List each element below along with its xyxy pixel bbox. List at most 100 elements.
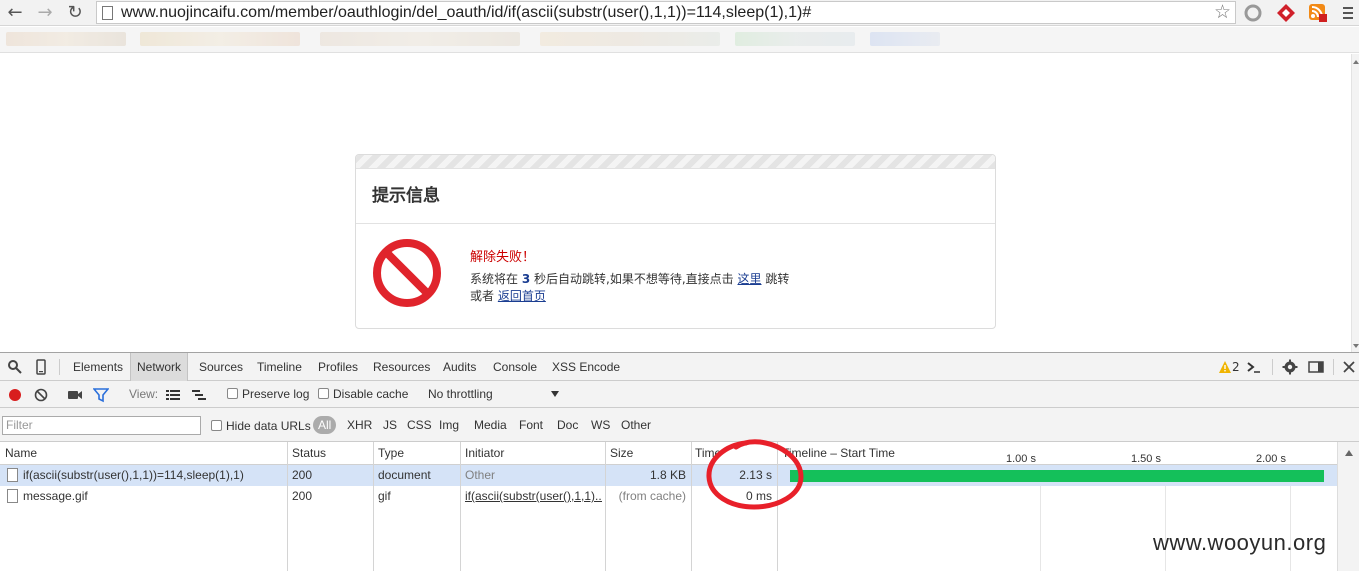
scroll-up-arrow-icon[interactable] (1353, 60, 1359, 64)
tab-network[interactable]: Network (130, 353, 189, 381)
request-status: 200 (292, 468, 313, 482)
image-file-icon (7, 489, 18, 503)
record-icon[interactable] (7, 387, 23, 403)
filter-type-js[interactable]: JS (379, 416, 401, 434)
url-text[interactable]: www.nuojincaifu.com/member/oauthlogin/de… (121, 2, 811, 24)
request-initiator: Other (465, 468, 496, 482)
request-time: 0 ms (745, 489, 772, 503)
settings-gear-icon[interactable] (1282, 359, 1298, 375)
address-bar: ← → ↻ www.nuojincaifu.com/member/oauthlo… (0, 0, 1359, 26)
column-status[interactable]: Status (292, 446, 326, 460)
back-arrow-icon[interactable]: ← (4, 2, 26, 24)
filter-type-img[interactable]: Img (435, 416, 463, 434)
tab-xss-encode[interactable]: XSS Encode (546, 353, 626, 381)
tab-resources[interactable]: Resources (367, 353, 436, 381)
warning-count[interactable]: 2 (1232, 360, 1240, 374)
filter-type-doc[interactable]: Doc (553, 416, 582, 434)
device-mode-icon[interactable] (33, 359, 49, 375)
filter-type-other[interactable]: Other (617, 416, 655, 434)
preserve-log-checkbox[interactable] (227, 388, 238, 399)
filter-type-css[interactable]: CSS (403, 416, 436, 434)
warning-icon[interactable] (1218, 360, 1232, 374)
redirect-middle: 秒后自动跳转,如果不想等待,直接点击 (534, 272, 734, 286)
capture-screenshots-icon[interactable] (67, 387, 83, 403)
filter-type-xhr[interactable]: XHR (343, 416, 376, 434)
filter-type-all[interactable]: All (313, 416, 337, 434)
disable-cache-label[interactable]: Disable cache (333, 387, 408, 401)
tab-console[interactable]: Console (487, 353, 543, 381)
sort-up-arrow-icon[interactable] (1345, 450, 1353, 456)
request-size: 1.8 KB (649, 468, 686, 482)
message-box-body: 解除失败！ 系统将在 3 秒后自动跳转,如果不想等待,直接点击 这里 跳转 或者… (356, 224, 995, 328)
page-scrollbar[interactable] (1351, 54, 1359, 352)
extension-circle-icon[interactable] (1243, 3, 1263, 23)
column-initiator[interactable]: Initiator (465, 446, 504, 460)
hide-data-urls-label[interactable]: Hide data URLs (226, 419, 311, 433)
filter-type-media[interactable]: Media (470, 416, 511, 434)
request-name[interactable]: if(ascii(substr(user(),1,1))=114,sleep(1… (23, 468, 285, 482)
message-box: 提示信息 解除失败！ 系统将在 3 秒后自动跳转,如果不想等待,直接点击 这里 … (355, 154, 996, 329)
scroll-down-arrow-icon[interactable] (1353, 344, 1359, 348)
tab-audits[interactable]: Audits (437, 353, 482, 381)
redirect-line: 系统将在 3 秒后自动跳转,如果不想等待,直接点击 这里 跳转 (470, 270, 789, 287)
home-line: 或者 返回首页 (470, 287, 546, 304)
forward-arrow-icon[interactable]: → (34, 2, 56, 24)
extension-diamond-icon[interactable] (1276, 3, 1296, 23)
watermark: www.wooyun.org (1153, 530, 1327, 555)
console-drawer-icon[interactable] (1246, 359, 1262, 375)
here-link[interactable]: 这里 (738, 272, 762, 286)
large-rows-icon[interactable] (165, 387, 181, 403)
filter-input[interactable]: Filter (2, 416, 201, 435)
menu-icon[interactable] (1338, 3, 1358, 23)
request-name[interactable]: message.gif (23, 489, 285, 503)
throttling-select[interactable]: No throttling (422, 384, 564, 404)
network-filter-bar: Filter Hide data URLs All XHR JS CSS Img… (0, 408, 1359, 442)
reload-icon[interactable]: ↻ (64, 2, 86, 24)
bookmark-star-icon[interactable]: ☆ (1214, 1, 1231, 23)
request-type: document (378, 468, 431, 482)
waterfall-bar (790, 470, 1324, 482)
timeline-scrollbar[interactable] (1337, 442, 1359, 571)
table-row[interactable]: message.gif 200 gif if(ascii(substr(user… (0, 486, 1351, 507)
tab-elements[interactable]: Elements (67, 353, 129, 381)
message-box-stripe (356, 155, 995, 169)
request-type: gif (378, 489, 391, 503)
table-header: Name Status Type Initiator Size Time Tim… (0, 442, 1351, 465)
clear-icon[interactable] (33, 387, 49, 403)
request-size: (from cache) (618, 489, 686, 503)
request-time: 2.13 s (739, 468, 772, 482)
tab-timeline[interactable]: Timeline (251, 353, 308, 381)
column-size[interactable]: Size (610, 446, 633, 460)
view-label: View: (129, 387, 159, 401)
inspect-search-icon[interactable] (7, 359, 23, 375)
column-type[interactable]: Type (378, 446, 404, 460)
column-timeline[interactable]: Timeline – Start Time (782, 446, 895, 460)
column-name[interactable]: Name (5, 446, 37, 460)
filter-type-ws[interactable]: WS (587, 416, 614, 434)
filter-funnel-icon[interactable] (93, 387, 109, 403)
preserve-log-label[interactable]: Preserve log (242, 387, 309, 401)
waterfall-tick-label: 1.00 s (1006, 453, 1036, 465)
filter-type-font[interactable]: Font (515, 416, 547, 434)
column-time[interactable]: Time (695, 446, 721, 460)
table-row[interactable]: if(ascii(substr(user(),1,1))=114,sleep(1… (0, 465, 1351, 486)
devtools-tab-strip: Elements Network Sources Timeline Profil… (0, 352, 1359, 381)
countdown-seconds: 3 (521, 272, 531, 286)
hide-data-urls-checkbox[interactable] (211, 420, 222, 431)
tab-sources[interactable]: Sources (193, 353, 249, 381)
waterfall-tick-label: 1.50 s (1131, 453, 1161, 465)
bookmarks-bar-blurred (0, 27, 1359, 53)
dock-side-icon[interactable] (1308, 359, 1324, 375)
forbidden-icon (373, 239, 441, 307)
url-field[interactable]: www.nuojincaifu.com/member/oauthlogin/de… (96, 1, 1236, 24)
close-devtools-icon[interactable] (1341, 359, 1357, 375)
tab-profiles[interactable]: Profiles (312, 353, 364, 381)
throttling-value: No throttling (428, 387, 493, 401)
initiator-link[interactable]: if(ascii(substr(user(),1,1)... (465, 489, 602, 503)
redirect-prefix: 系统将在 (470, 272, 519, 286)
home-link[interactable]: 返回首页 (498, 289, 546, 303)
overview-waterfall-icon[interactable] (191, 387, 207, 403)
disable-cache-checkbox[interactable] (318, 388, 329, 399)
rss-icon[interactable] (1308, 3, 1328, 23)
network-toolbar: View: Preserve log Disable cache No thro… (0, 381, 1359, 408)
